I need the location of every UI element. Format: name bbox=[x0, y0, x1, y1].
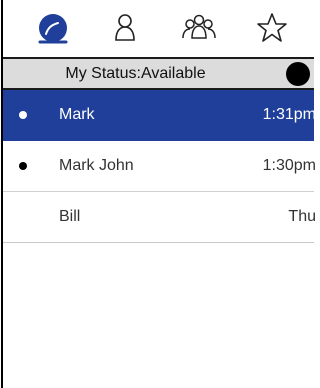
unread-dot-icon bbox=[19, 162, 27, 170]
contact-icon bbox=[115, 14, 135, 41]
tab-contacts[interactable] bbox=[105, 8, 145, 48]
favorites-icon bbox=[257, 13, 287, 42]
list-item[interactable]: Bill Thu bbox=[3, 192, 316, 243]
status-indicator-icon bbox=[286, 62, 310, 86]
tab-recents[interactable] bbox=[33, 8, 73, 48]
groups-icon bbox=[182, 14, 216, 39]
list-item[interactable]: Mark 1:31pm bbox=[3, 90, 316, 141]
tab-bar bbox=[3, 0, 314, 56]
recents-icon bbox=[38, 14, 68, 44]
my-status-bar[interactable]: My Status:Available bbox=[3, 57, 314, 90]
my-status-label: My Status:Available bbox=[65, 65, 206, 82]
contact-name: Mark John bbox=[59, 157, 134, 174]
contact-name: Mark bbox=[59, 106, 95, 123]
message-time: Thu bbox=[288, 208, 316, 225]
unread-dot-icon bbox=[19, 111, 27, 119]
message-time: 1:31pm bbox=[262, 106, 316, 123]
tab-favorites[interactable] bbox=[252, 8, 292, 48]
app-frame: My Status:Available Mark 1:31pm Mark Joh… bbox=[1, 0, 316, 388]
tab-groups[interactable] bbox=[179, 8, 219, 48]
list-item[interactable]: Mark John 1:30pm bbox=[3, 141, 316, 192]
message-time: 1:30pm bbox=[262, 157, 316, 174]
conversation-list: Mark 1:31pm Mark John 1:30pm Bill Thu bbox=[3, 90, 316, 243]
contact-name: Bill bbox=[59, 208, 81, 225]
